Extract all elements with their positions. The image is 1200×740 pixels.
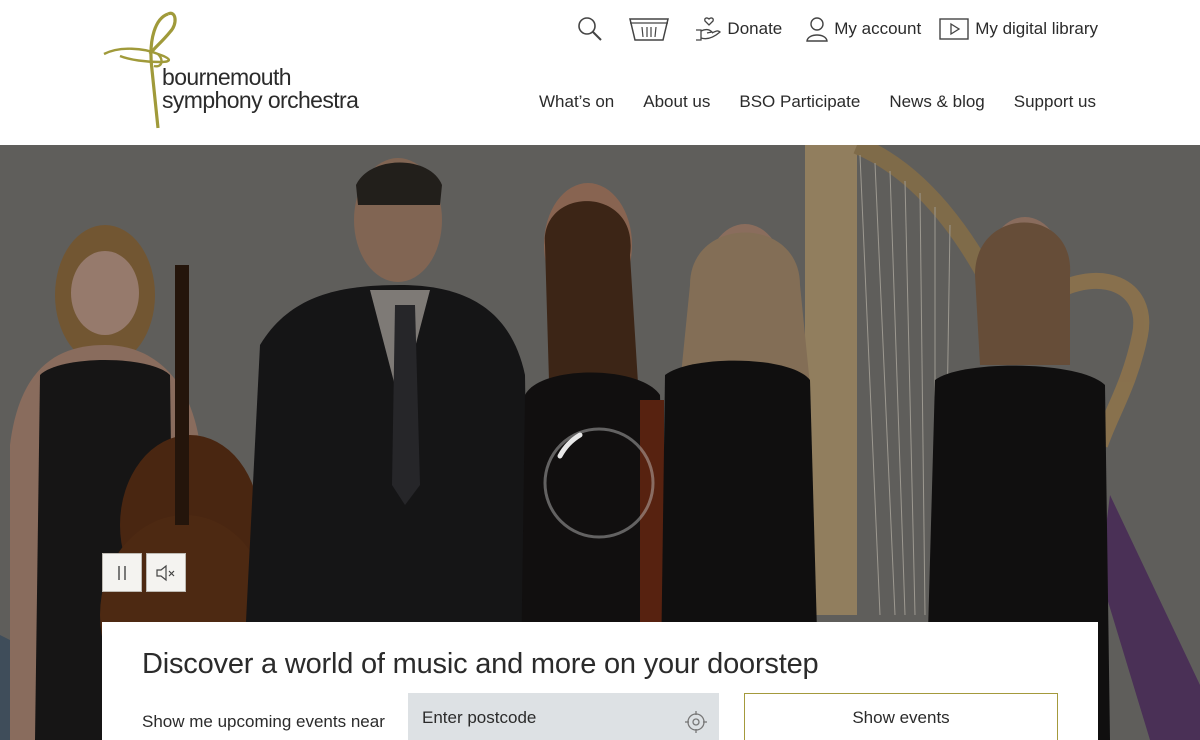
site-header: bournemouth symphony orchestra Donate My… xyxy=(0,0,1200,145)
event-search-title: Discover a world of music and more on yo… xyxy=(142,648,819,680)
logo-line-1: bournemouth xyxy=(162,64,292,90)
event-search-label: Show me upcoming events near xyxy=(142,712,385,731)
search-icon xyxy=(578,17,603,41)
crosshair-icon[interactable] xyxy=(685,711,707,733)
basket-button[interactable] xyxy=(629,16,670,42)
donate-hand-heart-icon xyxy=(696,17,722,41)
logo-line-2: symphony orchestra xyxy=(162,87,359,113)
donate-label: Donate xyxy=(727,19,783,38)
utility-nav: Donate My account My digital library xyxy=(577,14,1098,44)
event-search-panel: Discover a world of music and more on yo… xyxy=(102,622,1098,740)
my-account-label: My account xyxy=(834,19,922,38)
nav-news-blog[interactable]: News & blog xyxy=(889,92,984,112)
basket-icon xyxy=(629,18,670,41)
my-digital-library-link[interactable]: My digital library xyxy=(939,17,1098,41)
my-digital-library-label: My digital library xyxy=(975,19,1098,38)
pause-icon xyxy=(118,565,126,580)
postcode-placeholder: Enter postcode xyxy=(422,708,537,727)
donate-link[interactable]: Donate xyxy=(695,16,782,42)
nav-whats-on[interactable]: What’s on xyxy=(539,92,614,112)
nav-bso-participate[interactable]: BSO Participate xyxy=(739,92,860,112)
bso-logo[interactable]: bournemouth symphony orchestra xyxy=(100,10,370,132)
nav-about-us[interactable]: About us xyxy=(643,92,710,112)
user-icon xyxy=(806,17,829,42)
pause-button[interactable] xyxy=(102,553,142,592)
search-button[interactable] xyxy=(577,16,603,42)
loading-spinner-icon xyxy=(543,427,655,539)
postcode-input[interactable]: Enter postcode xyxy=(408,693,719,740)
nav-support-us[interactable]: Support us xyxy=(1014,92,1096,112)
my-account-link[interactable]: My account xyxy=(806,16,921,42)
show-events-button[interactable]: Show events xyxy=(744,693,1058,740)
play-video-icon xyxy=(939,18,969,40)
mute-icon xyxy=(156,564,175,581)
main-nav: What’s on About us BSO Participate News … xyxy=(539,92,1096,112)
mute-button[interactable] xyxy=(146,553,186,592)
